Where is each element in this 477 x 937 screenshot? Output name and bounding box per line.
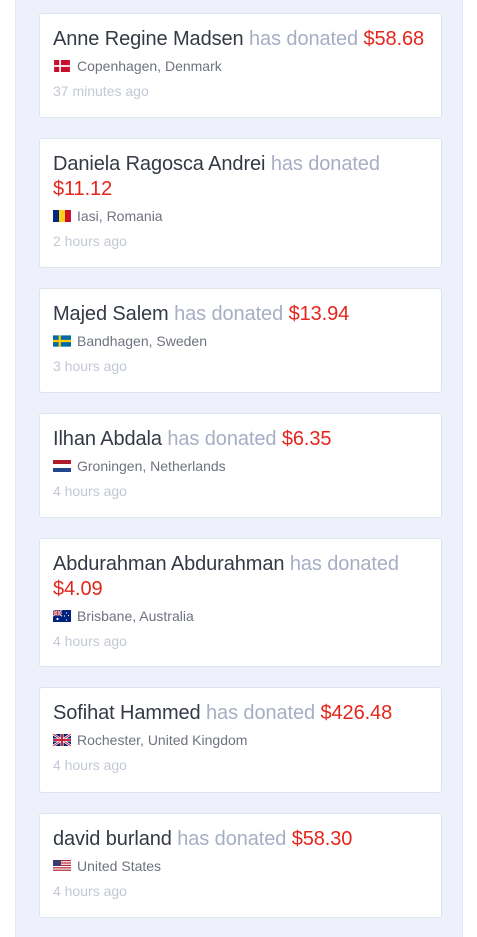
donation-headline: Ilhan Abdala has donated $6.35 — [53, 427, 428, 452]
donor-name: Majed Salem — [53, 303, 169, 325]
donation-verb: has donated — [270, 153, 380, 175]
sweden-flag-icon — [53, 335, 71, 347]
australia-flag-icon — [53, 610, 71, 622]
donation-card[interactable]: Majed Salem has donated $13.94 Bandhagen… — [39, 288, 442, 393]
donation-card[interactable]: Sofihat Hammed has donated $426.48 Roche… — [39, 687, 442, 793]
donation-headline: Anne Regine Madsen has donated $58.68 — [53, 27, 428, 52]
donation-time: 4 hours ago — [53, 633, 127, 649]
donation-time: 2 hours ago — [53, 233, 127, 249]
donor-location: Iasi, Romania — [53, 206, 428, 226]
location-text: Rochester, United Kingdom — [77, 732, 248, 748]
donations-panel: Anne Regine Madsen has donated $58.68 Co… — [15, 0, 463, 937]
donation-headline: Majed Salem has donated $13.94 — [53, 302, 428, 327]
donation-amount: $13.94 — [288, 303, 350, 325]
donation-card[interactable]: Anne Regine Madsen has donated $58.68 Co… — [39, 13, 442, 118]
romania-flag-icon — [53, 210, 71, 222]
donation-amount: $4.09 — [53, 578, 103, 600]
location-text: Groningen, Netherlands — [77, 458, 226, 474]
donation-verb: has donated — [249, 28, 359, 50]
donation-time: 4 hours ago — [53, 883, 127, 899]
donation-verb: has donated — [167, 428, 277, 450]
donation-verb: has donated — [174, 303, 284, 325]
donation-amount: $58.68 — [363, 28, 425, 50]
donation-verb: has donated — [177, 828, 287, 850]
donor-name: Anne Regine Madsen — [53, 28, 244, 50]
netherlands-flag-icon — [53, 460, 71, 472]
donor-name: Ilhan Abdala — [53, 428, 162, 450]
donor-location: Brisbane, Australia — [53, 606, 428, 626]
donor-location: Rochester, United Kingdom — [53, 730, 428, 750]
donor-name: Daniela Ragosca Andrei — [53, 153, 266, 175]
uk-flag-icon — [53, 734, 71, 746]
donation-card[interactable]: Ilhan Abdala has donated $6.35 Groningen… — [39, 413, 442, 518]
donor-name: Sofihat Hammed — [53, 702, 201, 724]
donation-headline: Sofihat Hammed has donated $426.48 — [53, 701, 428, 726]
location-text: Brisbane, Australia — [77, 608, 194, 624]
donor-location: Groningen, Netherlands — [53, 456, 428, 476]
donation-card[interactable]: Abdurahman Abdurahman has donated $4.09 … — [39, 538, 442, 667]
donation-amount: $58.30 — [291, 828, 353, 850]
donor-location: United States — [53, 856, 428, 876]
donor-name: david burland — [53, 828, 172, 850]
location-text: Bandhagen, Sweden — [77, 333, 207, 349]
denmark-flag-icon — [53, 60, 71, 72]
donation-time: 37 minutes ago — [53, 83, 149, 99]
usa-flag-icon — [53, 860, 71, 872]
donation-amount: $6.35 — [281, 428, 332, 450]
donor-location: Copenhagen, Denmark — [53, 56, 428, 76]
location-text: Iasi, Romania — [77, 208, 163, 224]
donation-amount: $11.12 — [53, 178, 113, 200]
donation-time: 4 hours ago — [53, 483, 127, 499]
location-text: United States — [77, 858, 162, 874]
donation-card[interactable]: Daniela Ragosca Andrei has donated $11.1… — [39, 138, 442, 268]
donation-verb: has donated — [206, 702, 316, 724]
donation-headline: Abdurahman Abdurahman has donated $4.09 — [53, 552, 428, 602]
donation-verb: has donated — [289, 553, 399, 575]
donation-time: 3 hours ago — [53, 358, 127, 374]
location-text: Copenhagen, Denmark — [77, 58, 222, 74]
donation-headline: david burland has donated $58.30 — [53, 827, 428, 852]
donation-card[interactable]: david burland has donated $58.30 United … — [39, 813, 442, 918]
donor-name: Abdurahman Abdurahman — [53, 553, 285, 575]
donor-location: Bandhagen, Sweden — [53, 331, 428, 351]
donation-headline: Daniela Ragosca Andrei has donated $11.1… — [53, 152, 428, 202]
donation-time: 4 hours ago — [53, 757, 127, 773]
donation-amount: $426.48 — [320, 702, 393, 724]
